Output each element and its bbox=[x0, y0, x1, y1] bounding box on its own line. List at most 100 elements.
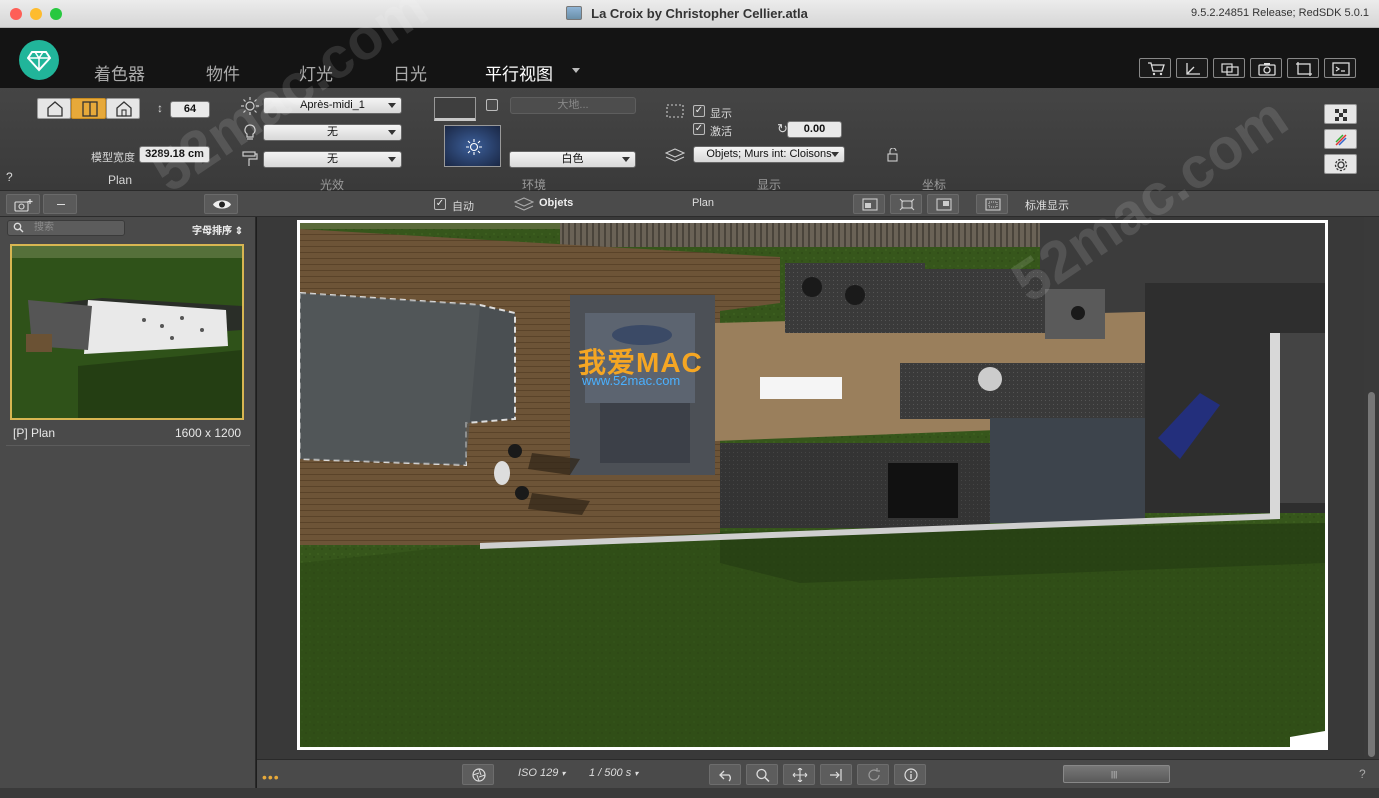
layers-dropdown[interactable]: Objets; Murs int: Cloisons bbox=[693, 146, 845, 163]
add-view-button[interactable] bbox=[6, 194, 40, 214]
view-thumbnail[interactable] bbox=[10, 244, 244, 420]
show-label: 显示 bbox=[710, 108, 732, 120]
fit-right-button[interactable] bbox=[927, 194, 959, 214]
version-label: 9.5.2.24851 Release; RedSDK 5.0.1 bbox=[1191, 7, 1369, 19]
auto-label: 自动 bbox=[452, 201, 474, 213]
main-tab-bar: 着色器 物件 灯光 日光 平行视图 bbox=[0, 28, 1379, 88]
help-icon[interactable]: ? bbox=[6, 170, 13, 184]
pan-button[interactable] bbox=[783, 764, 815, 785]
visibility-toggle-button[interactable] bbox=[204, 194, 238, 214]
zoom-button[interactable] bbox=[746, 764, 778, 785]
perspective-axis-button[interactable] bbox=[1176, 58, 1208, 78]
eye-icon bbox=[213, 200, 231, 209]
shutter-dropdown[interactable]: 1 / 500 s ▾ bbox=[589, 767, 638, 779]
standard-display-label: 标准显示 bbox=[1025, 200, 1069, 212]
grid-icon bbox=[985, 198, 1001, 211]
tab-heliodons[interactable]: 日光 bbox=[393, 60, 427, 85]
plan-thumbnail-image bbox=[12, 246, 242, 418]
objects-label[interactable]: Objets bbox=[539, 197, 573, 209]
search-icon bbox=[13, 222, 24, 233]
environment-color-dropdown[interactable]: 白色 bbox=[509, 151, 636, 168]
frame-left-icon bbox=[862, 198, 878, 211]
camera-section-label: Plan bbox=[108, 173, 133, 187]
height-arrows-icon: ↕ bbox=[157, 101, 163, 115]
app-window: La Croix by Christopher Cellier.atla 9.5… bbox=[0, 0, 1379, 798]
title-bar: La Croix by Christopher Cellier.atla 9.5… bbox=[0, 0, 1379, 28]
checker-render-button[interactable] bbox=[1324, 104, 1357, 124]
undo-icon bbox=[719, 770, 731, 782]
divider bbox=[6, 445, 250, 446]
magnifier-icon bbox=[756, 768, 770, 782]
camera-bottom-bar: ••• ISO 129 ▾ 1 / 500 s ▾ ||| ? bbox=[257, 759, 1379, 788]
catalog-cart-button[interactable] bbox=[1139, 58, 1171, 78]
ground-checkbox[interactable] bbox=[486, 99, 498, 111]
layers-icon bbox=[665, 148, 685, 162]
info-button[interactable] bbox=[894, 764, 926, 785]
render-viewport[interactable]: 我爱MAC www.52mac.com bbox=[257, 217, 1379, 759]
model-width-label: 模型宽度 bbox=[91, 152, 135, 164]
unlock-icon[interactable] bbox=[886, 148, 900, 162]
sun-icon bbox=[466, 139, 482, 155]
navigation-slider[interactable]: ||| bbox=[1063, 765, 1170, 783]
aperture-button[interactable] bbox=[462, 764, 494, 785]
camera-add-icon bbox=[14, 199, 33, 212]
gear-icon[interactable] bbox=[1324, 154, 1357, 174]
frame-right-icon bbox=[936, 198, 952, 211]
selection-frame-icon bbox=[666, 104, 684, 118]
scrollbar-thumb[interactable] bbox=[1368, 392, 1375, 757]
background-swatch[interactable] bbox=[434, 97, 476, 121]
window-title: La Croix by Christopher Cellier.atla bbox=[591, 6, 808, 21]
view-name: [P] Plan bbox=[13, 426, 56, 440]
orbit-button[interactable] bbox=[857, 764, 889, 785]
refresh-icon bbox=[868, 768, 880, 781]
slider-grip-icon[interactable]: ||| bbox=[1111, 770, 1117, 779]
camera-icon[interactable] bbox=[1250, 58, 1282, 78]
show-checkbox[interactable]: ✓ bbox=[693, 105, 705, 117]
plan-render[interactable]: 我爱MAC www.52mac.com bbox=[297, 220, 1328, 750]
tab-objects[interactable]: 物件 bbox=[206, 60, 240, 85]
remove-view-button[interactable] bbox=[43, 194, 77, 214]
activate-checkbox[interactable]: ✓ bbox=[693, 123, 705, 135]
tab-parallel-views[interactable]: 平行视图 bbox=[485, 60, 553, 85]
auto-checkbox[interactable]: ✓ bbox=[434, 198, 446, 210]
tab-shaders[interactable]: 着色器 bbox=[94, 60, 145, 85]
vertical-scrollbar[interactable] bbox=[1364, 217, 1379, 759]
view-name-label: Plan bbox=[692, 197, 715, 209]
more-dots-icon[interactable]: ••• bbox=[262, 769, 280, 785]
crop-icon[interactable] bbox=[1287, 58, 1319, 78]
search-input[interactable]: 搜索 bbox=[7, 220, 125, 236]
dual-window-button[interactable] bbox=[1213, 58, 1245, 78]
sort-dropdown[interactable]: 字母排序 ⇕ bbox=[192, 222, 243, 237]
fit-all-button[interactable] bbox=[890, 194, 922, 214]
undo-view-button[interactable] bbox=[709, 764, 741, 785]
fit-view-button[interactable] bbox=[820, 764, 852, 785]
axonometric-view-button[interactable] bbox=[106, 98, 140, 119]
chevron-down-icon[interactable] bbox=[572, 68, 580, 73]
info-icon bbox=[904, 768, 918, 782]
plan-view-button[interactable] bbox=[71, 98, 106, 119]
fit-left-button[interactable] bbox=[853, 194, 885, 214]
views-sidebar: 搜索 字母排序 ⇕ [P] Plan 1600 x 1200 bbox=[0, 217, 256, 788]
sky-preview[interactable] bbox=[444, 125, 501, 167]
move-arrows-icon bbox=[792, 768, 808, 782]
ground-field[interactable]: 大地... bbox=[510, 97, 636, 114]
elevation-view-button[interactable] bbox=[37, 98, 71, 119]
watermark-url: www.52mac.com bbox=[582, 373, 681, 388]
standard-display-button[interactable] bbox=[976, 194, 1008, 214]
color-pencils-button[interactable] bbox=[1324, 129, 1357, 149]
artlantis-logo-icon[interactable] bbox=[19, 40, 59, 80]
status-bar bbox=[0, 788, 1379, 798]
minus-icon bbox=[57, 204, 65, 205]
plan-render-image bbox=[300, 223, 1325, 747]
angle-field[interactable]: 0.00 bbox=[787, 121, 842, 138]
paint-dropdown[interactable]: 无 bbox=[263, 151, 402, 168]
view-size: 1600 x 1200 bbox=[175, 426, 242, 440]
iso-dropdown[interactable]: ISO 129 ▾ bbox=[518, 767, 565, 779]
render-console-button[interactable] bbox=[1324, 58, 1356, 78]
frame-fit-icon bbox=[899, 198, 915, 211]
help-icon[interactable]: ? bbox=[1359, 767, 1366, 781]
activate-label: 激活 bbox=[710, 126, 732, 138]
aperture-icon bbox=[472, 768, 486, 782]
fit-arrow-icon bbox=[830, 769, 842, 781]
layers-icon bbox=[514, 197, 534, 211]
